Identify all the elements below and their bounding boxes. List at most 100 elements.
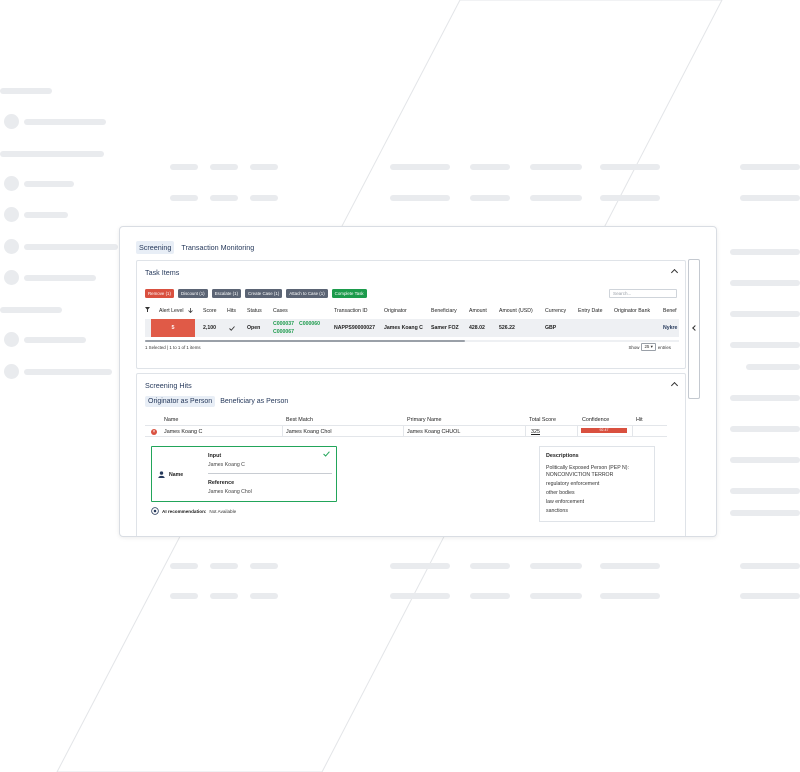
tab-transaction-monitoring[interactable]: Transaction Monitoring [178,241,257,254]
col-confidence: Confidence [582,417,610,423]
side-panel-handle[interactable] [688,259,700,399]
col-hits[interactable]: Hits [227,308,236,314]
description-line: regulatory enforcement [546,481,600,487]
case-link[interactable]: C000037 [273,321,294,327]
ai-value: Not Available [209,508,237,514]
show-label: Show [628,344,640,350]
escalate-button[interactable]: Escalate (1) [211,289,242,298]
field-label: Name [169,472,184,478]
hit-subtabs: Originator as Person Beneficiary as Pers… [145,396,291,407]
cell-amount-usd: 526.22 [499,325,515,331]
col-amount[interactable]: Amount [469,308,487,314]
cell-amount: 428.02 [469,325,485,331]
column-divider [525,426,526,436]
name-comparison-box: Name Input James Koang C Reference James… [151,446,337,502]
screening-card: Screening Transaction Monitoring Task It… [119,226,717,537]
person-icon [158,471,165,478]
col-amount-usd[interactable]: Amount (USD) [499,308,533,314]
col-best-match: Best Match [286,417,313,423]
input-title: Input [208,453,222,459]
case-link[interactable]: C000060 [299,321,320,327]
hit-row[interactable]: × James Koang C James Koang Chol James K… [145,425,667,437]
col-cases[interactable]: Cases [273,308,288,314]
task-actions: Remove (1) Discount (1) Escalate (1) Cre… [145,289,367,298]
check-icon [229,326,235,331]
reference-value: James Koang Chol [208,489,252,495]
col-entry-date[interactable]: Entry Date [578,308,603,314]
cell-status: Open [247,325,261,331]
description-line: other bodies [546,490,575,496]
table-footer: 1 Selected | 1 to 1 of 1 items [145,345,201,350]
description-line: sanctions [546,508,568,514]
col-beneficiary-bank[interactable]: Benef [663,308,677,314]
tab-originator-as-person[interactable]: Originator as Person [145,396,216,407]
chevron-left-icon[interactable] [692,325,698,331]
descriptions-box: Descriptions Politically Exposed Person … [539,446,655,522]
main-tabs: Screening Transaction Monitoring [136,241,257,254]
scrollbar-thumb[interactable] [145,340,465,342]
tab-screening[interactable]: Screening [136,241,175,254]
input-value: James Koang C [208,462,245,468]
col-currency[interactable]: Currency [545,308,566,314]
column-divider [577,426,578,436]
create-case-button[interactable]: Create Case (1) [245,289,283,298]
col-hit: Hit [636,417,643,423]
task-items-panel: Task Items Remove (1) Discount (1) Escal… [136,260,686,369]
attach-to-case-button[interactable]: Attach to Case (1) [286,289,328,298]
task-items-table: Alert Level Score Hits Status Cases Tran… [145,305,679,341]
screening-hits-panel: Screening Hits Originator as Person Bene… [136,373,686,536]
col-status[interactable]: Status [247,308,262,314]
confidence-bar: 92.47 [581,428,627,433]
page-size-value: 25 [644,344,650,349]
col-beneficiary[interactable]: Beneficiary [431,308,457,314]
col-name: Name [164,417,179,423]
hit-best-match: James Koang Chol [286,429,332,435]
search-input[interactable]: Search... [609,289,677,298]
discount-button[interactable]: Discount (1) [177,289,208,298]
ai-gear-icon [151,507,159,515]
col-primary-name: Primary Name [407,417,442,423]
sort-arrow-down-icon [188,308,193,313]
task-items-title: Task Items [145,268,180,277]
match-check-icon [323,451,330,457]
col-score[interactable]: Score [203,308,217,314]
remove-button[interactable]: Remove (1) [145,289,174,298]
ai-recommendation: AI recommendation: Not Available [151,507,236,515]
tab-beneficiary-as-person[interactable]: Beneficiary as Person [217,396,291,407]
cell-transaction-id: NAPPS90000027 [334,325,375,331]
chevron-up-icon[interactable] [670,381,679,390]
col-transaction-id[interactable]: Transaction ID [334,308,368,314]
page-size-control: Show 25 ▾ entries [628,343,671,351]
chevron-up-icon[interactable] [670,268,679,277]
ai-label: AI recommendation: [162,508,207,514]
description-line: law enforcement [546,499,585,505]
divider [208,473,332,474]
cell-originator: James Koang C [384,325,423,331]
cell-currency: GBP [545,325,557,331]
hit-name: James Koang C [164,429,203,435]
hit-primary-name: James Koang CHUOL [407,429,461,435]
column-divider [282,426,283,436]
cell-beneficiary-bank: Nykre [663,325,678,331]
hit-total-score[interactable]: 325 [531,429,540,435]
case-link[interactable]: C000067 [273,329,294,335]
cell-score: 2,100 [203,325,216,331]
horizontal-scrollbar[interactable] [145,340,679,342]
description-line: NONCONVICTION TERROR [546,472,614,478]
description-line: Politically Exposed Person (PEP N): [546,465,629,471]
cell-beneficiary: Samer FOZ [431,325,459,331]
filter-icon[interactable] [145,307,150,312]
descriptions-title: Descriptions [546,453,579,459]
col-originator-bank[interactable]: Originator Bank [614,308,650,314]
col-alert-level[interactable]: Alert Level [159,308,184,314]
col-originator[interactable]: Originator [384,308,407,314]
entries-label: entries [657,344,671,350]
column-divider [632,426,633,436]
complete-task-button[interactable]: Complete Task [331,289,367,298]
reference-title: Reference [208,480,235,486]
column-divider [403,426,404,436]
alert-level-badge: 5 [151,319,195,337]
page-size-select[interactable]: 25 ▾ [641,343,656,351]
remove-hit-icon[interactable]: × [151,428,157,435]
screening-hits-title: Screening Hits [145,381,192,390]
